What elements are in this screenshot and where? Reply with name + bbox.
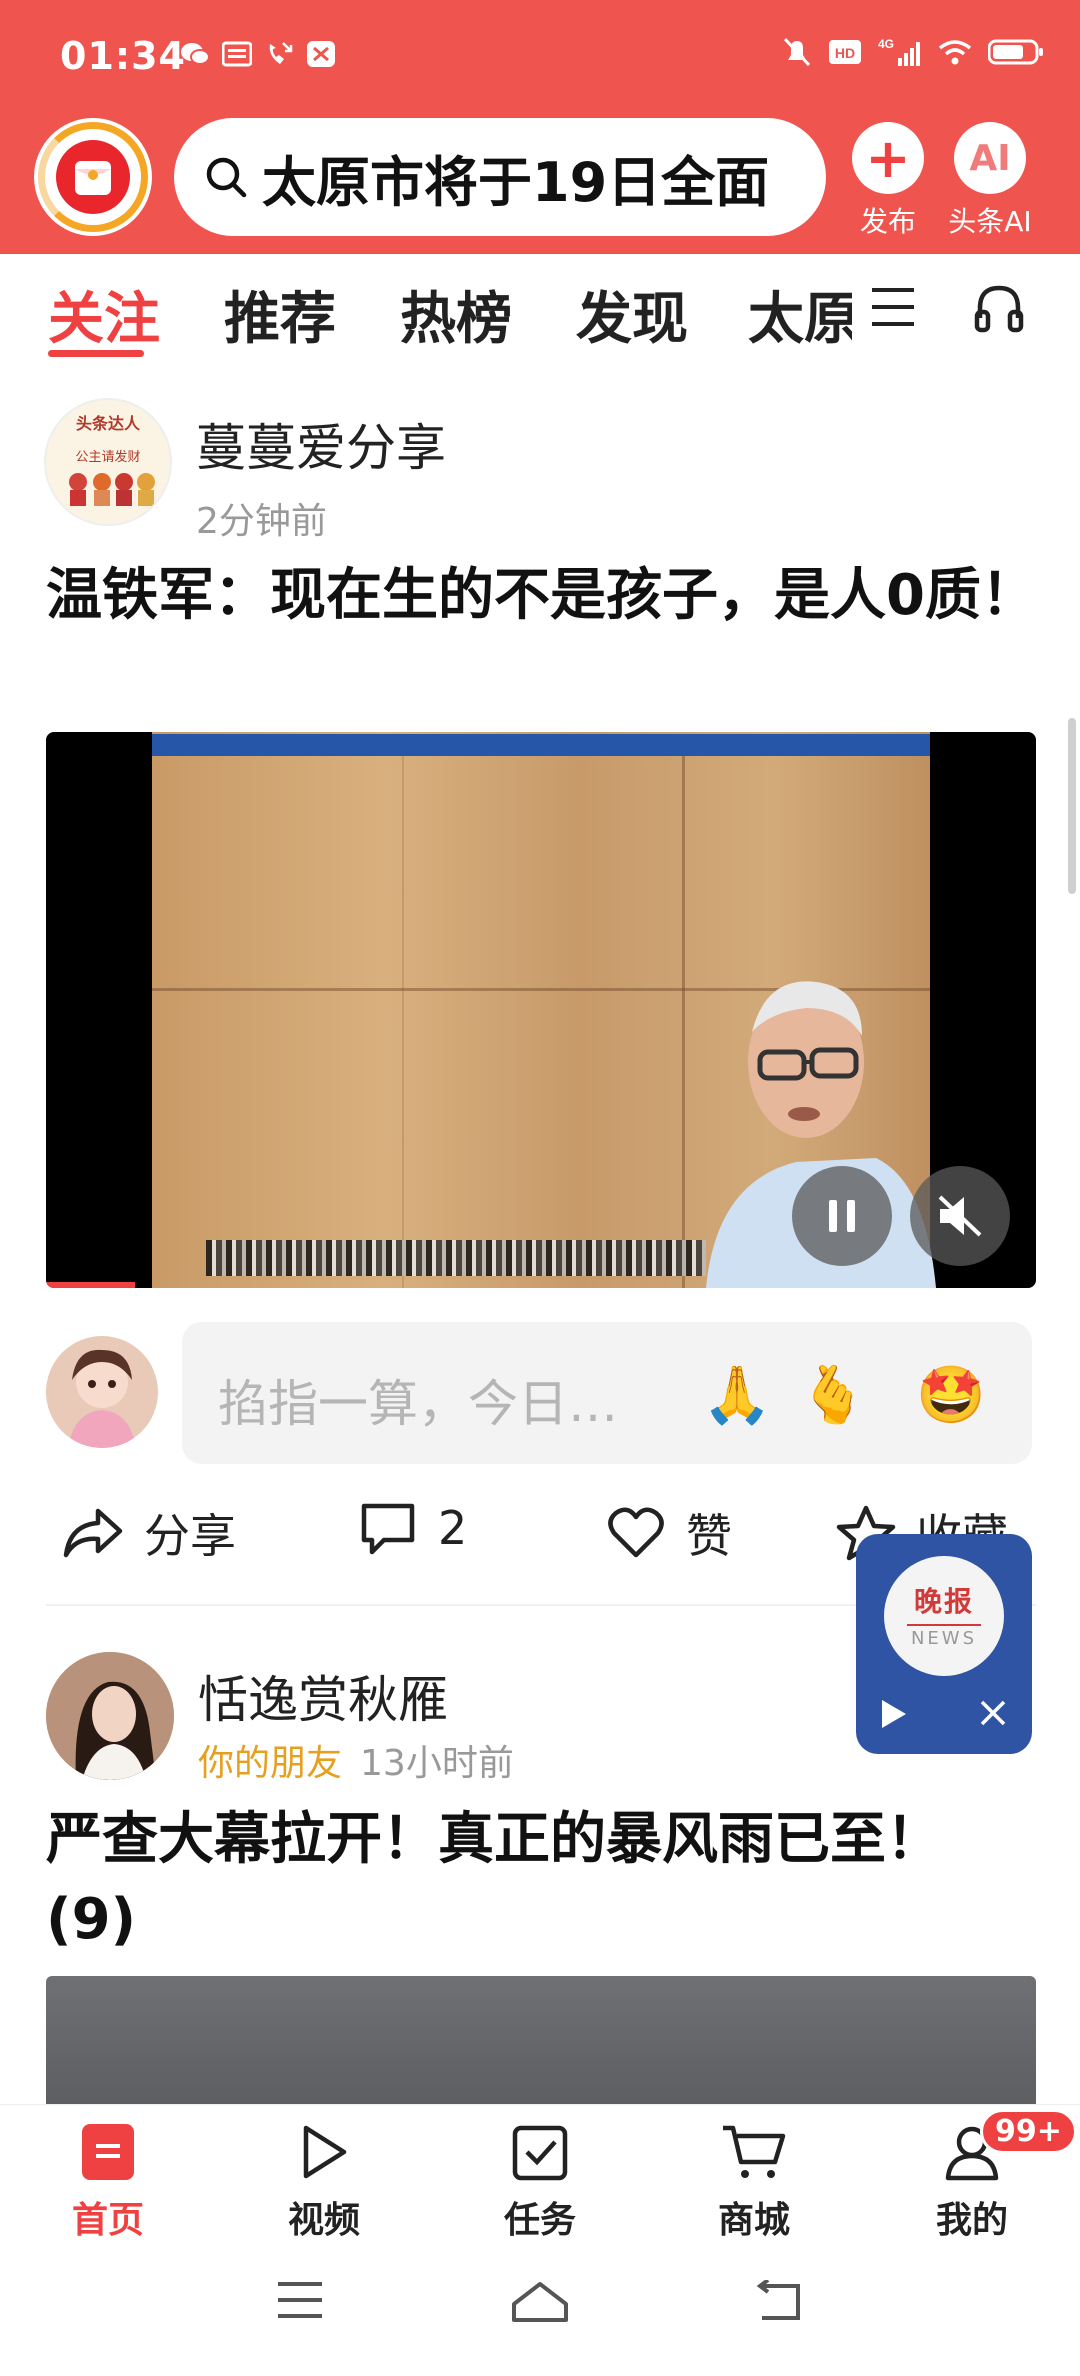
post2-meta: 你的朋友 13小时前 [198, 1734, 514, 1786]
svg-text:4G: 4G [878, 37, 894, 51]
tab-following[interactable]: 关注 [48, 274, 160, 355]
shopping-cart-icon [723, 2125, 786, 2178]
ai-icon: AI [954, 122, 1026, 194]
play-icon[interactable] [878, 1696, 910, 1732]
red-packet-button[interactable] [34, 118, 152, 236]
post2-image[interactable] [46, 1976, 1036, 2106]
back-icon[interactable] [754, 2280, 804, 2324]
search-bar[interactable]: 太原市将于19日全面 [174, 118, 826, 236]
emoji-pray[interactable]: 🙏 [702, 1362, 772, 1428]
comment-count: 2 [438, 1501, 468, 1555]
status-bar: 01:34 HD 4G [0, 0, 1080, 110]
mute-button[interactable] [910, 1166, 1010, 1266]
toutiao-notification-icon [222, 41, 252, 67]
share-icon [63, 1508, 123, 1558]
post1-author-name[interactable]: 蔓蔓爱分享 [196, 408, 446, 480]
close-icon[interactable] [978, 1698, 1008, 1728]
publish-button[interactable]: + 发布 [838, 122, 938, 240]
post1-video-player[interactable] [46, 732, 1036, 1288]
nav-mall[interactable]: 商城 [684, 2119, 824, 2243]
evening-news-widget[interactable]: 晚报 NEWS [856, 1534, 1032, 1754]
task-check-icon [512, 2125, 568, 2181]
svg-text:HD: HD [835, 45, 855, 61]
publish-label: 发布 [859, 205, 916, 238]
status-time: 01:34 [60, 34, 186, 78]
active-tab-indicator [48, 350, 144, 357]
like-button[interactable]: 赞 [606, 1500, 732, 1566]
video-progress-bar[interactable] [46, 1282, 136, 1288]
missed-call-icon [269, 42, 293, 64]
battery-icon [988, 39, 1043, 65]
search-icon [206, 157, 247, 198]
scroll-indicator[interactable] [1068, 718, 1076, 894]
post2-author-name[interactable]: 恬逸赏秋雁 [198, 1660, 448, 1732]
hd-icon: HD [829, 40, 861, 64]
pause-button[interactable] [792, 1166, 892, 1266]
mute-bell-icon [783, 37, 811, 67]
share-button[interactable]: 分享 [62, 1500, 236, 1566]
post1-time: 2分钟前 [196, 501, 327, 542]
news-logo: 晚报 NEWS [884, 1556, 1004, 1676]
nav-video[interactable]: 视频 [254, 2119, 394, 2243]
post1-author-avatar[interactable]: 头条达人 公主请发财 [44, 398, 172, 526]
top-header: 01:34 HD 4G 太原市将于19日全面 + 发布 AI 头条AI [0, 0, 1080, 254]
signal-icon: 4G [878, 37, 920, 66]
ai-label: 头条AI [948, 205, 1032, 238]
comment-icon [361, 1503, 415, 1555]
plus-icon: + [852, 122, 924, 194]
headphones-icon[interactable] [972, 282, 1026, 334]
comment-button[interactable]: 2 [358, 1500, 467, 1556]
post1-comment-row: 掐指一算，今日… 🙏 🫰 🤩 [0, 1322, 1080, 1472]
home-system-icon[interactable] [510, 2280, 570, 2324]
recent-apps-icon[interactable] [276, 2280, 324, 2320]
comment-placeholder: 掐指一算，今日… [218, 1375, 618, 1433]
speaker-muted-icon [938, 1195, 982, 1237]
search-query: 太原市将于19日全面 [262, 150, 770, 214]
heart-icon [608, 1507, 664, 1558]
wechat-icon [181, 43, 210, 65]
tab-taiyuan[interactable]: 太原 [748, 274, 852, 355]
channel-tabs: 关注 推荐 热榜 发现 太原 [0, 254, 1080, 364]
notification-badge: 99+ [980, 2109, 1077, 2154]
pause-icon [829, 1200, 855, 1232]
wifi-icon [938, 40, 972, 65]
post1-title[interactable]: 温铁军：现在生的不是孩子，是人0质！ [46, 556, 1046, 636]
video-play-icon [303, 2125, 347, 2179]
system-navigation-bar [0, 2244, 1080, 2376]
current-user-avatar [46, 1336, 158, 1448]
nav-tasks[interactable]: 任务 [470, 2119, 610, 2243]
tab-discover[interactable]: 发现 [576, 274, 688, 355]
comment-input[interactable]: 掐指一算，今日… 🙏 🫰 🤩 [182, 1322, 1032, 1464]
channel-menu-icon[interactable] [868, 284, 918, 330]
post2-author-avatar[interactable] [46, 1652, 174, 1780]
home-icon [82, 2124, 134, 2180]
tab-recommended[interactable]: 推荐 [224, 274, 336, 355]
friend-tag: 你的朋友 [198, 1743, 343, 1784]
post2-time: 13小时前 [360, 1743, 514, 1784]
avatar-illustration [69, 473, 155, 506]
nav-profile[interactable]: 我的 99+ [902, 2109, 1077, 2243]
capcut-icon [307, 41, 335, 67]
video-subtitle [206, 1240, 706, 1276]
emoji-finger-heart[interactable]: 🫰 [798, 1362, 868, 1428]
post2-title[interactable]: 严查大幕拉开！真正的暴风雨已至！ (9) [46, 1800, 946, 1960]
tab-hot-list[interactable]: 热榜 [400, 274, 512, 355]
bottom-navigation: 首页 视频 任务 商城 我的 99+ [0, 2104, 1080, 2244]
nav-home[interactable]: 首页 [38, 2119, 178, 2243]
toutiao-ai-button[interactable]: AI 头条AI [940, 122, 1040, 240]
emoji-star-struck[interactable]: 🤩 [916, 1362, 986, 1428]
